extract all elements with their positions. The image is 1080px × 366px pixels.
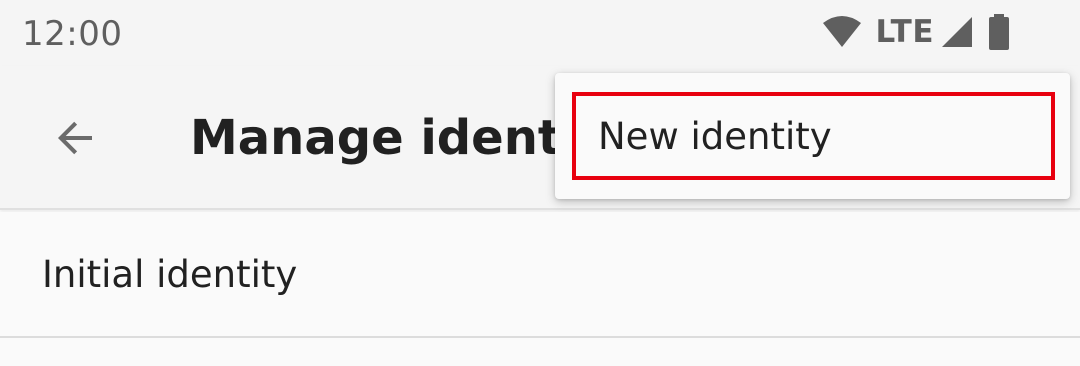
status-time: 12:00: [22, 14, 123, 54]
list-item[interactable]: Initial identity: [0, 212, 1080, 338]
menu-item-new-identity[interactable]: New identity: [572, 92, 1055, 180]
overflow-menu: New identity: [555, 73, 1070, 199]
status-bar: 12:00 LTE: [0, 0, 1080, 66]
screen: 12:00 LTE Manage identities Initial iden…: [0, 0, 1080, 366]
network-type-label: LTE: [875, 14, 934, 50]
identity-list: Initial identity: [0, 212, 1080, 338]
list-item-label: Initial identity: [42, 252, 298, 296]
cell-signal-icon: [942, 17, 972, 47]
arrow-back-icon: [58, 121, 92, 155]
wifi-icon: [822, 16, 861, 47]
menu-item-label: New identity: [598, 114, 832, 158]
status-icons: LTE: [822, 14, 1010, 50]
back-button[interactable]: [40, 102, 112, 174]
battery-icon: [989, 14, 1009, 50]
